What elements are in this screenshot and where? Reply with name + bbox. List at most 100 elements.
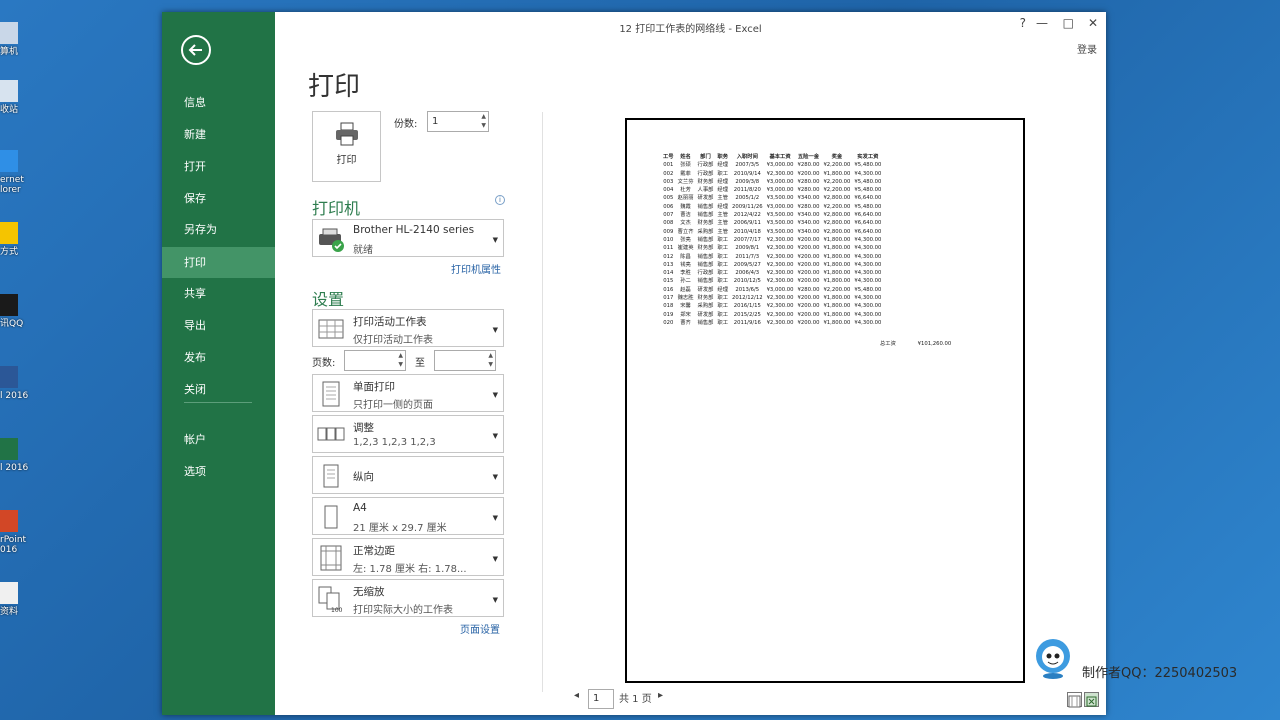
computer-icon[interactable]: 算机 [0, 22, 40, 57]
table-cell: ¥200.00 [797, 311, 820, 318]
table-cell: 张硕 [680, 162, 691, 169]
zoom-to-page-icon[interactable] [1084, 692, 1099, 707]
spin-up-icon[interactable]: ▲ [398, 353, 403, 359]
qq-icon-graphic [0, 294, 18, 316]
desktop-icon-label: ernet lorer [0, 175, 24, 195]
folder-icon[interactable]: 资料 [0, 582, 40, 617]
table-cell: 职工 [717, 303, 729, 310]
sidebar-item-6[interactable]: 共享 [162, 278, 275, 309]
recycle-bin-icon[interactable]: 收站 [0, 80, 40, 115]
pages-from-input[interactable]: ▲ ▼ [344, 350, 406, 371]
sidebar-item-2[interactable]: 打开 [162, 151, 275, 182]
spin-down-icon[interactable]: ▼ [488, 362, 493, 368]
sidebar-item-10[interactable]: 帐户 [162, 424, 275, 455]
qq-icon[interactable]: 讯QQ [0, 294, 40, 329]
sidebar-item-0[interactable]: 信息 [162, 87, 275, 118]
paper-size-dropdown[interactable]: A4 21 厘米 x 29.7 厘米 ▼ [312, 497, 504, 535]
table-cell: ¥2,800.00 [823, 228, 851, 235]
page-count: 共 1 页 [619, 694, 652, 705]
chevron-down-icon: ▼ [492, 432, 498, 440]
sidebar-item-3[interactable]: 保存 [162, 183, 275, 214]
sides-dropdown[interactable]: 单面打印 只打印一侧的页面 ▼ [312, 374, 504, 412]
printer-dropdown[interactable]: Brother HL-2140 series 就绪 ▼ [312, 219, 504, 257]
chevron-down-icon: ▼ [492, 473, 498, 481]
table-cell: 销售部 [697, 319, 714, 326]
chevron-down-icon: ▼ [492, 514, 498, 522]
spin-down-icon[interactable]: ▼ [398, 362, 403, 368]
back-arrow-icon[interactable] [181, 35, 211, 65]
table-cell: ¥2,300.00 [766, 253, 794, 260]
table-cell: 2012/4/22 [733, 212, 761, 219]
printer-ready-icon [319, 228, 344, 252]
table-cell: 2007/7/17 [733, 236, 761, 243]
sidebar-item-11[interactable]: 选项 [162, 456, 275, 487]
sidebar-item-8[interactable]: 发布 [162, 342, 275, 373]
scaling-dropdown[interactable]: 100 无缩放 打印实际大小的工作表 ▼ [312, 579, 504, 617]
table-cell: 杜芳 [680, 187, 691, 194]
table-cell: 职工 [717, 236, 729, 243]
print-what-dropdown[interactable]: 打印活动工作表 仅打印活动工作表 ▼ [312, 309, 504, 347]
table-cell: 张亮 [680, 236, 691, 243]
page-setup-link[interactable]: 页面设置 [460, 621, 500, 636]
margins-dropdown[interactable]: 正常边距 左: 1.78 厘米 右: 1.78... ▼ [312, 538, 504, 576]
mascot-logo-icon [1036, 639, 1070, 679]
table-cell: ¥3,000.00 [766, 162, 794, 169]
sidebar-item-5[interactable]: 打印 [162, 247, 275, 278]
prev-page-icon[interactable]: ◂ [574, 690, 579, 701]
copies-input[interactable]: 1 ▲ ▼ [427, 111, 489, 132]
sidebar-item-1[interactable]: 新建 [162, 119, 275, 150]
table-cell: ¥4,300.00 [854, 245, 882, 252]
table-cell: 经理 [717, 286, 729, 293]
scaling-desc: 打印实际大小的工作表 [353, 605, 453, 616]
table-cell: 006 [663, 203, 674, 210]
portrait-icon [323, 464, 339, 488]
sidebar-item-4[interactable]: 另存为 [162, 214, 275, 245]
spin-up-icon[interactable]: ▲ [481, 114, 486, 120]
close-button[interactable]: ✕ [1088, 16, 1098, 30]
help-button[interactable]: ? [1020, 16, 1026, 30]
signin-link[interactable]: 登录 [1077, 41, 1097, 56]
table-cell: 钱亮 [680, 261, 691, 268]
collate-dropdown[interactable]: 调整 1,2,3 1,2,3 1,2,3 ▼ [312, 415, 504, 453]
sidebar-item-7[interactable]: 导出 [162, 310, 275, 341]
table-cell: ¥280.00 [797, 203, 820, 210]
spin-up-icon[interactable]: ▲ [488, 353, 493, 359]
internet-explorer-icon[interactable]: ernet lorer [0, 150, 40, 195]
current-page-input[interactable]: 1 [588, 689, 614, 709]
preview-header: 职务 [717, 154, 729, 160]
table-cell: 主管 [717, 220, 729, 227]
show-margins-icon[interactable] [1067, 692, 1082, 708]
info-icon[interactable]: i [495, 195, 505, 205]
print-button[interactable]: 打印 [312, 111, 381, 182]
orientation-dropdown[interactable]: 纵向 ▼ [312, 456, 504, 494]
print-button-label: 打印 [336, 155, 357, 166]
table-cell: ¥2,300.00 [766, 278, 794, 285]
shortcut-star-icon[interactable]: 方式 [0, 222, 40, 257]
next-page-icon[interactable]: ▸ [658, 690, 663, 701]
table-cell: ¥1,800.00 [823, 261, 851, 268]
table-cell: 016 [663, 286, 674, 293]
excel-icon[interactable]: l 2016 [0, 438, 40, 473]
pages-to-input[interactable]: ▲ ▼ [434, 350, 496, 371]
table-cell: ¥6,640.00 [854, 195, 882, 202]
table-cell: 2006/4/3 [735, 270, 760, 277]
printer-name: Brother HL-2140 series [353, 224, 475, 236]
word-icon[interactable]: l 2016 [0, 366, 40, 401]
printer-properties-link[interactable]: 打印机属性 [451, 261, 501, 276]
table-cell: ¥280.00 [797, 286, 820, 293]
table-cell: ¥200.00 [797, 319, 820, 326]
preview-header: 姓名 [680, 154, 691, 160]
word-icon-graphic [0, 366, 18, 388]
sidebar-item-9[interactable]: 关闭 [162, 374, 275, 405]
paper-icon [324, 505, 338, 529]
table-cell: ¥3,500.00 [766, 195, 794, 202]
spin-down-icon[interactable]: ▼ [481, 123, 486, 129]
minimize-button[interactable]: — [1036, 16, 1048, 30]
powerpoint-icon[interactable]: rPoint 016 [0, 510, 40, 555]
table-cell: 012 [663, 253, 674, 260]
maximize-button[interactable]: □ [1063, 16, 1074, 30]
table-cell: ¥4,300.00 [854, 261, 882, 268]
table-cell: 2009/5/27 [733, 261, 761, 268]
table-cell: ¥3,500.00 [766, 212, 794, 219]
table-cell: 2015/2/25 [733, 311, 761, 318]
